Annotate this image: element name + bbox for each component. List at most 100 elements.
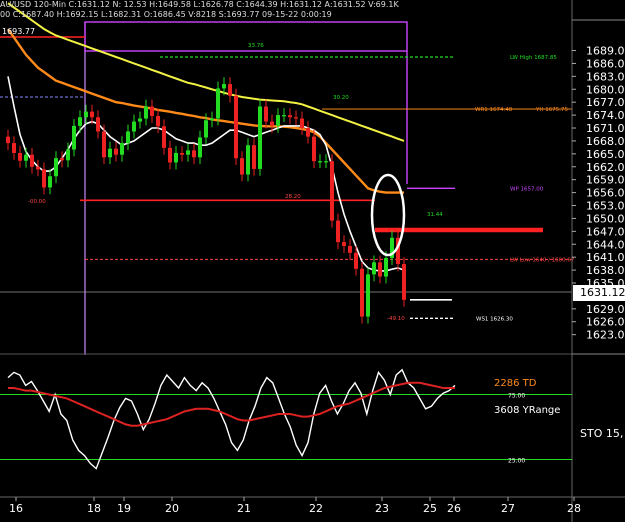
candle-body: [66, 149, 70, 161]
candle-body: [234, 95, 238, 159]
level-label: YH 1675.75: [535, 107, 568, 113]
sto-tick-label: 75.00: [508, 393, 525, 400]
candle-body: [342, 242, 346, 246]
candle-body: [120, 143, 124, 155]
x-tick-label: 21: [237, 502, 251, 515]
candle-body: [42, 169, 46, 188]
current-price-box: 1631.12: [573, 285, 625, 301]
candle-body: [114, 148, 118, 155]
y-tick-label: 1662.00: [586, 161, 625, 174]
candle-body: [6, 136, 10, 144]
x-tick-label: 23: [375, 502, 389, 515]
candle-body: [198, 137, 202, 158]
candle-body: [84, 111, 88, 118]
y-tick-label: 1638.00: [586, 264, 625, 277]
candle-body: [348, 245, 352, 253]
candle-body: [270, 121, 274, 126]
y-tick-label: 1653.00: [586, 200, 625, 213]
price-chart[interactable]: LW High 1687.85 WR1 1674.48 YH 1675.75 WP 1…: [0, 0, 625, 522]
header-line-1: AU/USD 120-Min C:1631.12 N: 12.53 H:1649…: [0, 0, 399, 9]
candle-body: [102, 131, 106, 158]
candle-body: [156, 115, 160, 127]
y-tick-label: 1647.00: [586, 225, 625, 238]
level-label: WS1 1626.30: [476, 316, 513, 322]
header-line-2: 00 C:1687.40 H:1692.15 L:1682.31 O:1686.…: [0, 10, 332, 19]
y-tick-label: 1644.00: [586, 238, 625, 251]
candle-body: [282, 115, 286, 117]
candle-body: [306, 128, 310, 137]
level-label: WR1 1674.48: [475, 107, 513, 113]
annotation-label: -49.10: [387, 316, 405, 322]
legend-yrange: 3608 YRange: [494, 405, 560, 416]
candle-body: [372, 262, 376, 275]
candle-body: [228, 84, 232, 96]
candle-body: [294, 117, 298, 119]
candle-body: [72, 125, 76, 150]
candle-body: [180, 152, 184, 155]
candle-body: [222, 84, 226, 89]
candle-body: [360, 268, 364, 317]
level-label: WP 1657.00: [510, 186, 544, 192]
x-tick-label: 18: [87, 502, 101, 515]
candle-body: [174, 152, 178, 163]
candle-body: [378, 262, 382, 277]
y-tick-label: 1656.00: [586, 187, 625, 200]
y-tick-label: 1668.00: [586, 135, 625, 148]
annotation-label: 31.44: [427, 212, 443, 218]
candle-body: [150, 106, 154, 116]
candle-body: [192, 150, 196, 158]
candle-body: [336, 220, 340, 243]
x-tick-label: 19: [117, 502, 131, 515]
candle-body: [168, 147, 172, 163]
y-tick-label: 1674.00: [586, 109, 625, 122]
candle-body: [366, 274, 370, 317]
candle-body: [330, 161, 334, 221]
y-tick-label: 1623.00: [586, 329, 625, 342]
candle-body: [90, 111, 94, 118]
candle-body: [144, 106, 148, 119]
y-tick-label: 1665.00: [586, 148, 625, 161]
candle-body: [108, 148, 112, 158]
sto-title: STO 15,: [580, 427, 623, 440]
x-tick-label: 22: [309, 502, 323, 515]
y-tick-label: 1671.00: [586, 122, 625, 135]
candle-body: [240, 158, 244, 175]
y-tick-label: 1680.00: [586, 83, 625, 96]
candle-body: [54, 158, 58, 177]
candle-body: [96, 117, 100, 132]
candle-body: [288, 115, 292, 118]
candle-body: [18, 152, 22, 161]
candle-body: [132, 121, 136, 132]
level-label: LW Low 1640 / 1600.67: [510, 257, 575, 263]
y-tick-label: 1641.00: [586, 251, 625, 264]
legend-td: 2286 TD: [494, 378, 537, 389]
candle-body: [252, 145, 256, 169]
y-tick-label: 1626.00: [586, 316, 625, 329]
candle-body: [60, 158, 64, 161]
candle-body: [126, 131, 130, 144]
candle-body: [30, 154, 34, 167]
candle-body: [264, 106, 268, 122]
candle-body: [324, 161, 328, 163]
candle-body: [12, 143, 16, 153]
x-tick-label: 27: [501, 502, 515, 515]
x-tick-label: 25: [423, 502, 437, 515]
sto-tick-label: 25.00: [508, 458, 525, 465]
candle-body: [318, 161, 322, 163]
left-price-label: 1693.77: [2, 27, 36, 36]
candle-body: [402, 264, 406, 300]
annotation-label: 30.20: [333, 95, 349, 101]
candle-body: [312, 136, 316, 162]
y-tick-label: 1659.00: [586, 174, 625, 187]
candle-body: [78, 117, 82, 126]
y-tick-label: 1650.00: [586, 212, 625, 225]
candle-body: [186, 150, 190, 155]
candle-body: [210, 118, 214, 121]
candle-body: [276, 115, 280, 126]
candle-body: [204, 120, 208, 138]
candle-body: [246, 145, 250, 175]
level-label: LW High 1687.85: [510, 55, 557, 61]
annotation-label: 33.76: [248, 43, 264, 49]
y-tick-label: 1689.00: [586, 45, 625, 58]
candle-body: [354, 252, 358, 269]
